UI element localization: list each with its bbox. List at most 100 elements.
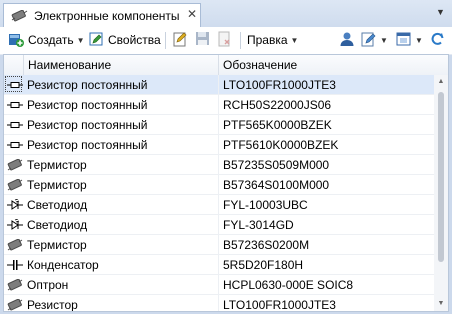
table-row[interactable]: Светодиод FYL-3014GD [4,215,434,235]
table-row[interactable]: Термистор B57236S0200M [4,235,434,255]
column-divider [218,255,219,275]
delete-icon [217,31,232,47]
view-options-button[interactable]: ▼ [396,31,423,49]
component-icon [7,159,23,171]
cell-name: Резистор постоянный [27,78,148,92]
column-header-code[interactable]: Обозначение [219,55,434,75]
component-icon [7,299,23,311]
column-divider [218,155,219,175]
scroll-thumb[interactable] [438,92,444,262]
user-button[interactable] [339,31,355,49]
edit-document-icon [361,31,377,47]
chevron-down-icon: ▼ [415,36,423,45]
cell-code: PTF5610K0000BZEK [223,138,339,152]
table-row[interactable]: Оптрон HCPL0630-000E SOIC8 [4,275,434,295]
column-header-name[interactable]: Наименование [24,55,219,75]
properties-label: Свойства [108,33,161,47]
chevron-down-icon: ▼ [380,36,388,45]
table-row[interactable]: Термистор B57364S0100M000 [4,175,434,195]
table-row[interactable]: Светодиод FYL-10003UBC [4,195,434,215]
resistor-icon [7,99,23,111]
cell-code: PTF565K0000BZEK [223,118,332,132]
resistor-icon [7,119,23,131]
table-row[interactable]: Резистор постоянный PTF5610K0000BZEK [4,135,434,155]
cell-code: B57236S0200M [223,238,310,252]
chevron-down-icon: ▼ [290,36,299,45]
focus-rectangle [5,76,22,92]
toolbar-separator [165,32,166,49]
cell-name: Резистор постоянный [27,98,148,112]
tab-title: Электронные компоненты [34,9,180,23]
toolbar-separator [240,32,241,49]
component-icon [7,279,23,291]
cell-name: Конденсатор [27,258,99,272]
edit-icon-button[interactable] [173,31,188,49]
table-header: Наименование Обозначение [4,55,448,76]
column-divider [218,115,219,135]
component-icon [7,239,23,251]
component-icon [7,179,23,191]
edit-icon [173,31,188,47]
cell-code: LTO100FR1000JTE3 [223,298,336,312]
window-icon [396,31,412,47]
table-row[interactable]: Конденсатор 5R5D20F180H [4,255,434,275]
cell-name: Термистор [27,238,87,252]
properties-icon [89,32,104,47]
cell-name: Термистор [27,178,87,192]
column-divider [218,275,219,295]
tab-electronic-components[interactable]: Электронные компоненты ✕ [3,3,201,27]
table-row[interactable]: Резистор постоянный PTF565K0000BZEK [4,115,434,135]
save-button[interactable] [195,31,210,49]
cell-code: HCPL0630-000E SOIC8 [223,278,354,292]
cell-code: FYL-10003UBC [223,198,308,212]
user-icon [339,31,355,47]
column-divider [218,95,219,115]
toolbar: Создать ▼ Свойства Правка ▼ ▼ ▼ [0,27,452,55]
cell-code: B57364S0100M000 [223,178,330,192]
scroll-up-icon[interactable]: ▲ [434,76,448,88]
column-divider [218,175,219,195]
led-icon [7,199,23,211]
edit-options-button[interactable]: ▼ [361,31,388,49]
cell-name: Резистор [27,298,78,312]
cell-code: RCH50S22000JS06 [223,98,332,112]
cell-code: FYL-3014GD [223,218,294,232]
delete-button[interactable] [217,31,232,49]
column-divider [218,235,219,255]
led-icon [7,219,23,231]
cell-code: LTO100FR1000JTE3 [223,78,336,92]
cell-name: Светодиод [27,218,88,232]
edit-menu-label: Правка [247,33,288,47]
tab-list-dropdown-icon[interactable]: ▼ [436,7,445,17]
table-row[interactable]: Резистор LTO100FR1000JTE3 [4,295,434,312]
table-row[interactable]: Термистор B57235S0509M000 [4,155,434,175]
cell-name: Резистор постоянный [27,118,148,132]
cell-name: Оптрон [27,278,69,292]
tab-strip: Электронные компоненты ✕ ▼ [0,0,452,28]
capacitor-icon [7,259,23,271]
components-table: Наименование Обозначение Резистор постоя… [3,54,449,312]
column-divider [218,215,219,235]
cell-name: Термистор [27,158,87,172]
close-icon[interactable]: ✕ [187,7,197,21]
column-divider [218,135,219,155]
save-icon [195,31,210,47]
vertical-scrollbar[interactable]: ▲ ▼ [434,75,448,311]
cell-code: 5R5D20F180H [223,258,304,272]
table-row[interactable]: Резистор постоянный LTO100FR1000JTE3 [4,75,434,95]
scroll-down-icon[interactable]: ▼ [434,298,448,310]
component-icon [11,10,28,22]
edit-menu-button[interactable]: Правка ▼ [247,31,298,49]
window: Электронные компоненты ✕ ▼ Создать ▼ Свой… [0,0,452,314]
properties-button[interactable]: Свойства [89,31,161,49]
refresh-icon [430,31,445,47]
create-icon [8,31,24,47]
chevron-down-icon: ▼ [76,36,85,45]
resistor-icon [7,139,23,151]
column-divider [218,195,219,215]
refresh-button[interactable] [430,31,445,49]
cell-name: Светодиод [27,198,88,212]
header-icon-column [4,55,24,75]
table-row[interactable]: Резистор постоянный RCH50S22000JS06 [4,95,434,115]
create-button[interactable]: Создать ▼ [8,31,85,49]
